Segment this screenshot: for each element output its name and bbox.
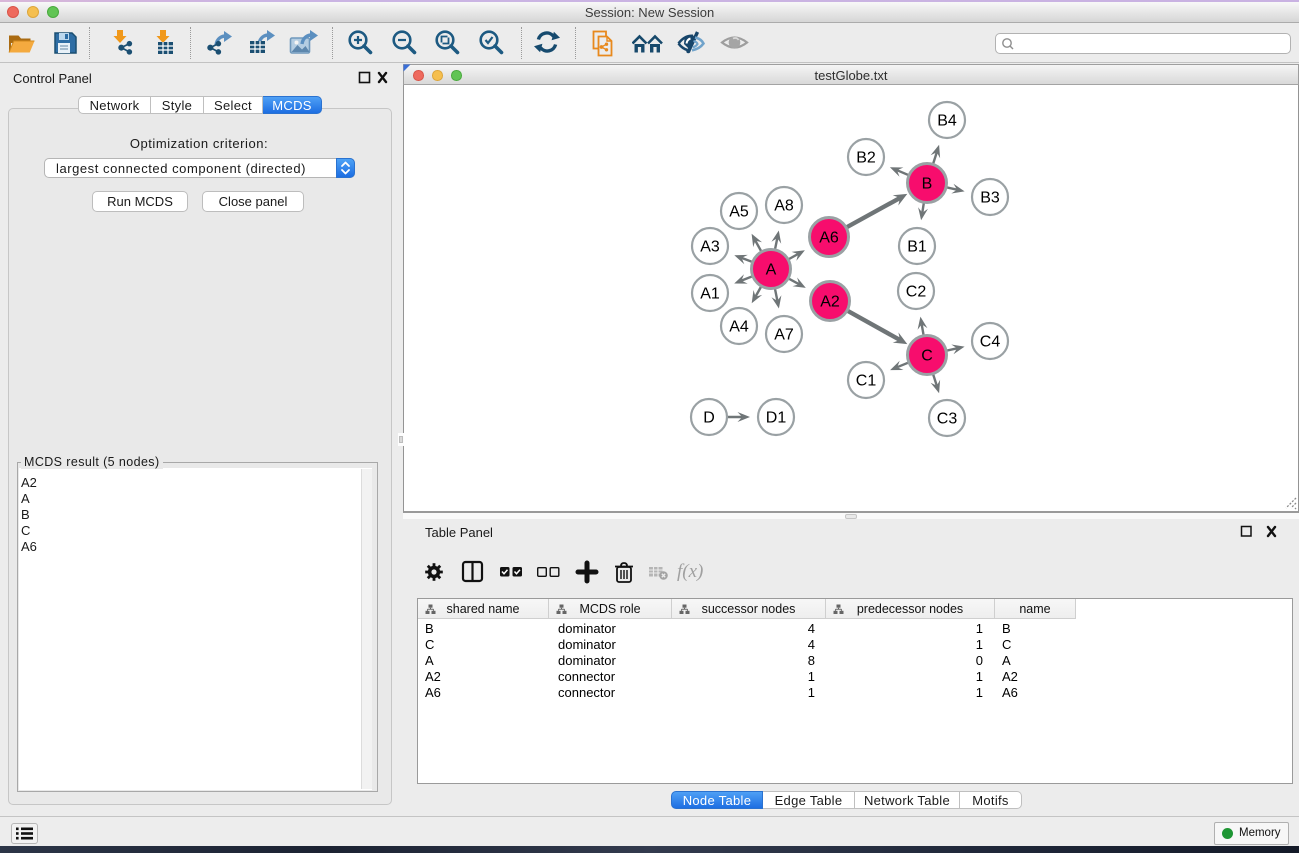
svg-text:A5: A5	[729, 204, 749, 221]
svg-text:C4: C4	[980, 334, 1001, 351]
svg-text:A4: A4	[729, 319, 749, 336]
svg-text:D: D	[703, 410, 715, 427]
svg-text:B1: B1	[907, 239, 927, 256]
svg-text:A8: A8	[774, 198, 794, 215]
svg-text:A3: A3	[700, 239, 720, 256]
svg-text:A2: A2	[820, 294, 840, 311]
svg-text:C: C	[921, 348, 933, 365]
svg-text:D1: D1	[766, 410, 787, 427]
svg-text:C3: C3	[937, 411, 958, 428]
svg-text:C1: C1	[856, 373, 877, 390]
svg-text:B2: B2	[856, 150, 876, 167]
svg-text:B: B	[922, 176, 933, 193]
svg-text:A7: A7	[774, 327, 794, 344]
svg-text:A6: A6	[819, 230, 839, 247]
svg-text:A: A	[766, 262, 777, 279]
svg-text:A1: A1	[700, 286, 720, 303]
svg-text:C2: C2	[906, 284, 927, 301]
svg-text:B4: B4	[937, 113, 957, 130]
svg-text:B3: B3	[980, 190, 1000, 207]
